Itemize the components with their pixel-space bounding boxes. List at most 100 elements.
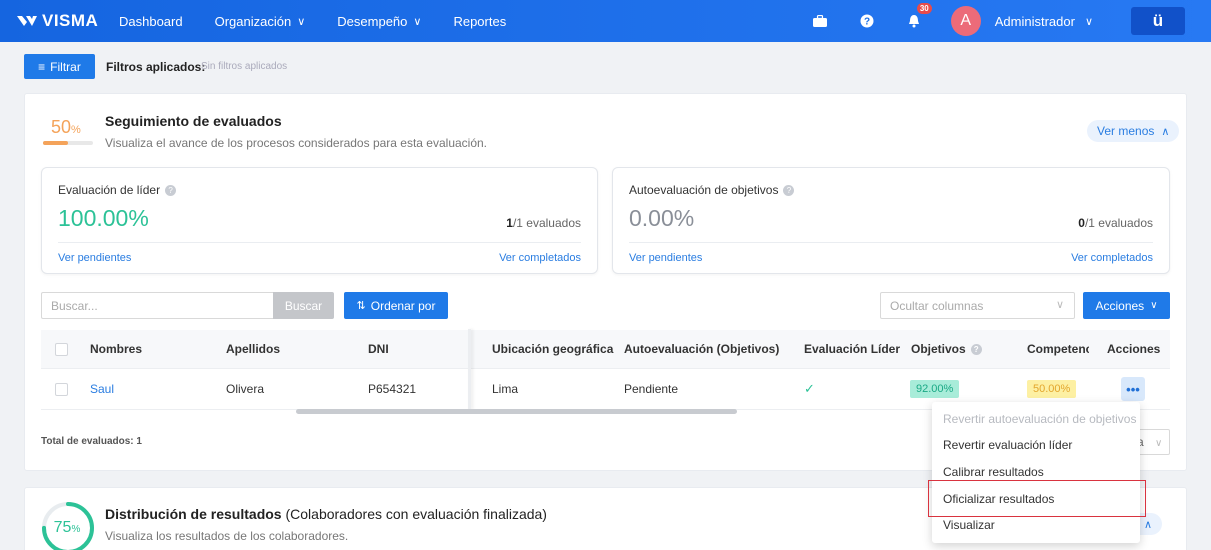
filter-button-label: Filtrar (50, 59, 81, 74)
ver-pendientes-link[interactable]: Ver pendientes (629, 252, 702, 264)
chevron-up-icon: ∧ (1161, 125, 1170, 138)
distribucion-percent-unit: % (71, 524, 80, 535)
stat-value: 0.00% (629, 205, 695, 231)
col-header-ubicacion[interactable]: Ubicación geográfica (492, 330, 613, 368)
stat-count: 1/1 evaluados (506, 216, 581, 230)
filters-applied-value: Sin filtros aplicados (201, 61, 288, 72)
total-evaluados: Total de evaluados: 1 (41, 436, 142, 447)
menu-item-calibrar-resultados[interactable]: Calibrar resultados (932, 459, 1140, 485)
col-header-dni[interactable]: DNI (368, 330, 389, 368)
horizontal-scrollbar[interactable] (296, 409, 737, 414)
bell-icon[interactable]: 30 (903, 3, 932, 32)
distribucion-title-normal: (Colaboradores con evaluación finalizada… (281, 506, 547, 522)
help-icon[interactable]: ? (856, 10, 878, 32)
col-header-autoevaluacion[interactable]: Autoevaluación (Objetivos) (624, 330, 779, 368)
chevron-down-icon: ∨ (297, 15, 306, 28)
ver-completados-link[interactable]: Ver completados (1071, 252, 1153, 264)
info-icon[interactable]: ? (970, 343, 982, 355)
objetivos-score-badge: 92.00% (910, 380, 960, 398)
seguimiento-subtitle: Visualiza el avance de los procesos cons… (105, 136, 488, 150)
stat-count-suffix: /1 evaluados (1084, 216, 1153, 230)
fixed-column-separator (468, 329, 471, 410)
distribucion-percent-value: 75 (54, 519, 72, 536)
hide-columns-placeholder: Ocultar columnas (890, 299, 984, 313)
nav-desempeno[interactable]: Desempeño ∨ (337, 14, 421, 29)
ver-completados-link[interactable]: Ver completados (499, 252, 581, 264)
col-header-objetivos[interactable]: Objetivos? (911, 330, 982, 368)
bell-icon-svg (908, 15, 919, 28)
seguimiento-progress-fill (43, 141, 68, 145)
cell-apellidos: Olivera (226, 382, 265, 396)
nav-organizacion[interactable]: Organización ∨ (215, 14, 306, 29)
user-menu[interactable]: Administrador ∨ (995, 14, 1093, 29)
stat-card-title: Autoevaluación de objetivos? (629, 183, 795, 197)
nav-reportes[interactable]: Reportes (453, 14, 506, 29)
stat-title-text: Autoevaluación de objetivos (629, 183, 779, 197)
stat-divider (629, 242, 1153, 243)
navbar-right: ? 30 A Administrador ∨ ü (809, 0, 1211, 42)
col-header-apellidos[interactable]: Apellidos (226, 330, 280, 368)
table-header: Nombres Apellidos DNI Ubicación geográfi… (41, 330, 1170, 369)
search-input[interactable]: Buscar... (41, 292, 273, 319)
col-header-evaluacion-lider[interactable]: Evaluación Líder (804, 330, 900, 368)
chevron-down-icon: ∨ (1055, 299, 1064, 311)
col-header-objetivos-label: Objetivos (911, 342, 966, 356)
more-actions-button[interactable]: ••• (1121, 377, 1145, 401)
chevron-down-icon: ∨ (1155, 438, 1163, 449)
menu-item-visualizar[interactable]: Visualizar (932, 512, 1140, 538)
col-header-competencias[interactable]: Competenci (1027, 330, 1089, 368)
info-icon[interactable]: ? (165, 184, 177, 196)
chevron-down-icon: ∨ (1150, 300, 1158, 311)
menu-item-oficializar-resultados[interactable]: Oficializar resultados (932, 486, 1140, 512)
filter-lines-icon: ≡ (38, 59, 46, 74)
nav-dashboard-label: Dashboard (119, 13, 183, 29)
nav-dashboard[interactable]: Dashboard (119, 14, 183, 29)
seguimiento-percent: 50% (51, 117, 81, 138)
stat-count-number: 1 (506, 216, 513, 230)
actions-button-label: Acciones (1095, 298, 1145, 313)
seguimiento-percent-value: 50 (51, 117, 72, 137)
ver-menos-button[interactable]: Ver menos ∧ (1087, 120, 1180, 142)
avatar-initial: A (960, 12, 972, 29)
ver-pendientes-link[interactable]: Ver pendientes (58, 252, 131, 264)
cell-autoevaluacion: Pendiente (624, 382, 679, 396)
help-icon-svg: ? (860, 14, 874, 28)
col-header-nombres[interactable]: Nombres (90, 330, 142, 368)
notification-badge: 30 (916, 3, 932, 14)
avatar[interactable]: A (950, 6, 981, 36)
seguimiento-percent-unit: % (71, 124, 81, 136)
menu-item-revertir-evaluacion-lider[interactable]: Revertir evaluación líder (932, 432, 1140, 458)
checkbox-box (55, 342, 68, 356)
stat-divider (58, 242, 581, 243)
competencias-score-badge: 50.00% (1027, 380, 1077, 398)
distribucion-subtitle: Visualiza los resultados de los colabora… (105, 529, 349, 543)
select-all-checkbox[interactable] (55, 330, 68, 368)
distribucion-percent: 75% (54, 519, 81, 536)
cell-nombres-link[interactable]: Saul (90, 369, 114, 409)
visma-logo-icon (17, 16, 37, 26)
stat-card-title: Evaluación de líder? (58, 183, 177, 197)
actions-button[interactable]: Acciones ∨ (1083, 292, 1170, 319)
visma-logo[interactable]: VISMA (16, 11, 108, 31)
nav-reportes-label: Reportes (453, 13, 507, 29)
nav-organizacion-label: Organización (214, 13, 292, 29)
search-button[interactable]: Buscar (273, 292, 334, 319)
row-checkbox[interactable] (55, 369, 68, 409)
stat-count: 0/1 evaluados (1078, 216, 1153, 230)
stat-value: 100.00% (58, 205, 149, 231)
distribucion-title: Distribución de resultados (Colaboradore… (105, 506, 547, 522)
stat-count-suffix: /1 evaluados (512, 216, 581, 230)
seguimiento-progress-bar (43, 141, 93, 145)
checkbox-box (55, 382, 68, 396)
distribucion-progress-ring: 75% (42, 502, 94, 550)
app-switcher-button[interactable]: ü (1131, 7, 1185, 35)
filter-button[interactable]: ≡ Filtrar (24, 54, 95, 79)
hide-columns-select[interactable]: Ocultar columnas ∨ (880, 292, 1075, 319)
filters-applied-label: Filtros aplicados: (106, 60, 206, 74)
info-icon[interactable]: ? (783, 184, 795, 196)
briefcase-icon-svg (812, 15, 827, 27)
sort-button[interactable]: ⇅ Ordenar por (344, 292, 448, 319)
distribucion-title-bold: Distribución de resultados (105, 506, 282, 522)
stat-card-evaluacion-lider: Evaluación de líder? 100.00% 1/1 evaluad… (41, 167, 598, 274)
briefcase-icon[interactable] (809, 10, 831, 32)
